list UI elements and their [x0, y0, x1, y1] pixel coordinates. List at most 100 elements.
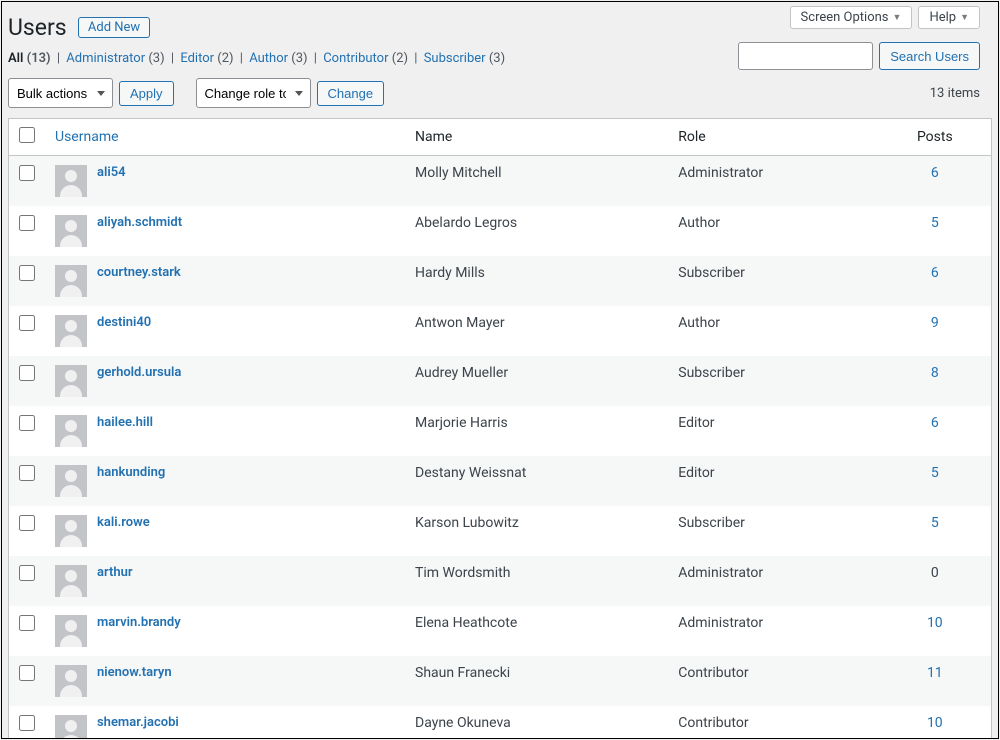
- posts-link[interactable]: 6: [931, 415, 939, 431]
- screen-options-tab[interactable]: Screen Options ▼: [790, 6, 913, 29]
- table-row: kali.rowe Karson Lubowitz Subscriber 5: [9, 506, 992, 556]
- posts-link[interactable]: 8: [931, 365, 939, 381]
- username-link[interactable]: courtney.stark: [97, 265, 181, 280]
- posts-link[interactable]: 11: [927, 665, 943, 681]
- row-checkbox[interactable]: [19, 615, 35, 631]
- search-input[interactable]: [738, 42, 873, 70]
- filter-all[interactable]: All (13): [8, 51, 51, 66]
- help-tab[interactable]: Help ▼: [918, 6, 980, 29]
- posts-link[interactable]: 6: [931, 165, 939, 181]
- row-checkbox[interactable]: [19, 265, 35, 281]
- posts-link[interactable]: 9: [931, 315, 939, 331]
- avatar: [55, 515, 87, 547]
- user-role: Contributor: [668, 706, 878, 739]
- users-admin-page: Screen Options ▼ Help ▼ Users Add New Al…: [1, 1, 999, 739]
- posts-link[interactable]: 6: [931, 265, 939, 281]
- users-table: Username Name Role Posts ali54 Molly Mit…: [8, 118, 992, 739]
- avatar: [55, 165, 87, 197]
- screen-options-label: Screen Options: [801, 10, 889, 25]
- username-link[interactable]: kali.rowe: [97, 515, 150, 530]
- avatar: [55, 665, 87, 697]
- table-row: destini40 Antwon Mayer Author 9: [9, 306, 992, 356]
- row-checkbox[interactable]: [19, 715, 35, 731]
- user-role: Administrator: [668, 156, 878, 207]
- bulk-actions-select[interactable]: Bulk actions: [8, 78, 113, 108]
- username-link[interactable]: gerhold.ursula: [97, 365, 181, 380]
- avatar: [55, 365, 87, 397]
- row-checkbox[interactable]: [19, 315, 35, 331]
- username-link[interactable]: ali54: [97, 165, 126, 180]
- filter-editor[interactable]: Editor (2): [180, 51, 233, 66]
- posts-link[interactable]: 10: [927, 615, 943, 631]
- row-checkbox[interactable]: [19, 515, 35, 531]
- user-role: Administrator: [668, 556, 878, 606]
- username-link[interactable]: marvin.brandy: [97, 615, 181, 630]
- tablenav-top: Bulk actions Apply Change role to… Chang…: [2, 72, 998, 118]
- user-name: Elena Heathcote: [405, 606, 668, 656]
- col-posts: Posts: [879, 119, 992, 156]
- change-role-select[interactable]: Change role to…: [196, 78, 311, 108]
- user-name: Hardy Mills: [405, 256, 668, 306]
- avatar: [55, 715, 87, 739]
- help-label: Help: [929, 10, 956, 25]
- posts-link[interactable]: 5: [931, 215, 939, 231]
- user-role: Subscriber: [668, 506, 878, 556]
- table-row: marvin.brandy Elena Heathcote Administra…: [9, 606, 992, 656]
- col-role: Role: [668, 119, 878, 156]
- posts-count: 0: [931, 565, 939, 581]
- posts-link[interactable]: 5: [931, 515, 939, 531]
- filter-administrator[interactable]: Administrator (3): [66, 51, 164, 66]
- row-checkbox[interactable]: [19, 415, 35, 431]
- search-users-button[interactable]: Search Users: [879, 42, 980, 70]
- user-role: Author: [668, 306, 878, 356]
- username-link[interactable]: shemar.jacobi: [97, 715, 179, 730]
- user-name: Marjorie Harris: [405, 406, 668, 456]
- add-new-button[interactable]: Add New: [78, 17, 150, 38]
- page-title: Users: [8, 14, 67, 41]
- top-tabs: Screen Options ▼ Help ▼: [790, 6, 980, 29]
- col-name: Name: [405, 119, 668, 156]
- row-checkbox[interactable]: [19, 465, 35, 481]
- filter-contributor[interactable]: Contributor (2): [323, 51, 408, 66]
- filter-author[interactable]: Author (3): [249, 51, 307, 66]
- user-name: Antwon Mayer: [405, 306, 668, 356]
- table-row: aliyah.schmidt Abelardo Legros Author 5: [9, 206, 992, 256]
- user-name: Tim Wordsmith: [405, 556, 668, 606]
- user-role: Administrator: [668, 606, 878, 656]
- user-role: Subscriber: [668, 256, 878, 306]
- user-name: Molly Mitchell: [405, 156, 668, 207]
- table-row: hankunding Destany Weissnat Editor 5: [9, 456, 992, 506]
- avatar: [55, 215, 87, 247]
- username-link[interactable]: nienow.taryn: [97, 665, 172, 680]
- username-link[interactable]: arthur: [97, 565, 133, 580]
- user-role: Editor: [668, 406, 878, 456]
- row-checkbox[interactable]: [19, 165, 35, 181]
- posts-link[interactable]: 10: [927, 715, 943, 731]
- row-checkbox[interactable]: [19, 665, 35, 681]
- user-role: Author: [668, 206, 878, 256]
- row-checkbox[interactable]: [19, 565, 35, 581]
- item-count: 13 items: [930, 86, 980, 101]
- username-link[interactable]: hankunding: [97, 465, 165, 480]
- table-row: hailee.hill Marjorie Harris Editor 6: [9, 406, 992, 456]
- table-row: courtney.stark Hardy Mills Subscriber 6: [9, 256, 992, 306]
- user-name: Audrey Mueller: [405, 356, 668, 406]
- avatar: [55, 565, 87, 597]
- table-row: nienow.taryn Shaun Franecki Contributor …: [9, 656, 992, 706]
- username-link[interactable]: aliyah.schmidt: [97, 215, 182, 230]
- table-row: arthur Tim Wordsmith Administrator 0: [9, 556, 992, 606]
- user-name: Abelardo Legros: [405, 206, 668, 256]
- row-checkbox[interactable]: [19, 365, 35, 381]
- change-button[interactable]: Change: [317, 81, 385, 106]
- table-row: ali54 Molly Mitchell Administrator 6: [9, 156, 992, 207]
- posts-link[interactable]: 5: [931, 465, 939, 481]
- username-link[interactable]: hailee.hill: [97, 415, 153, 430]
- select-all-checkbox[interactable]: [19, 127, 35, 143]
- apply-button[interactable]: Apply: [119, 81, 174, 106]
- avatar: [55, 265, 87, 297]
- table-row: shemar.jacobi Dayne Okuneva Contributor …: [9, 706, 992, 739]
- filter-subscriber[interactable]: Subscriber (3): [424, 51, 505, 66]
- sort-username[interactable]: Username: [55, 129, 119, 145]
- row-checkbox[interactable]: [19, 215, 35, 231]
- username-link[interactable]: destini40: [97, 315, 151, 330]
